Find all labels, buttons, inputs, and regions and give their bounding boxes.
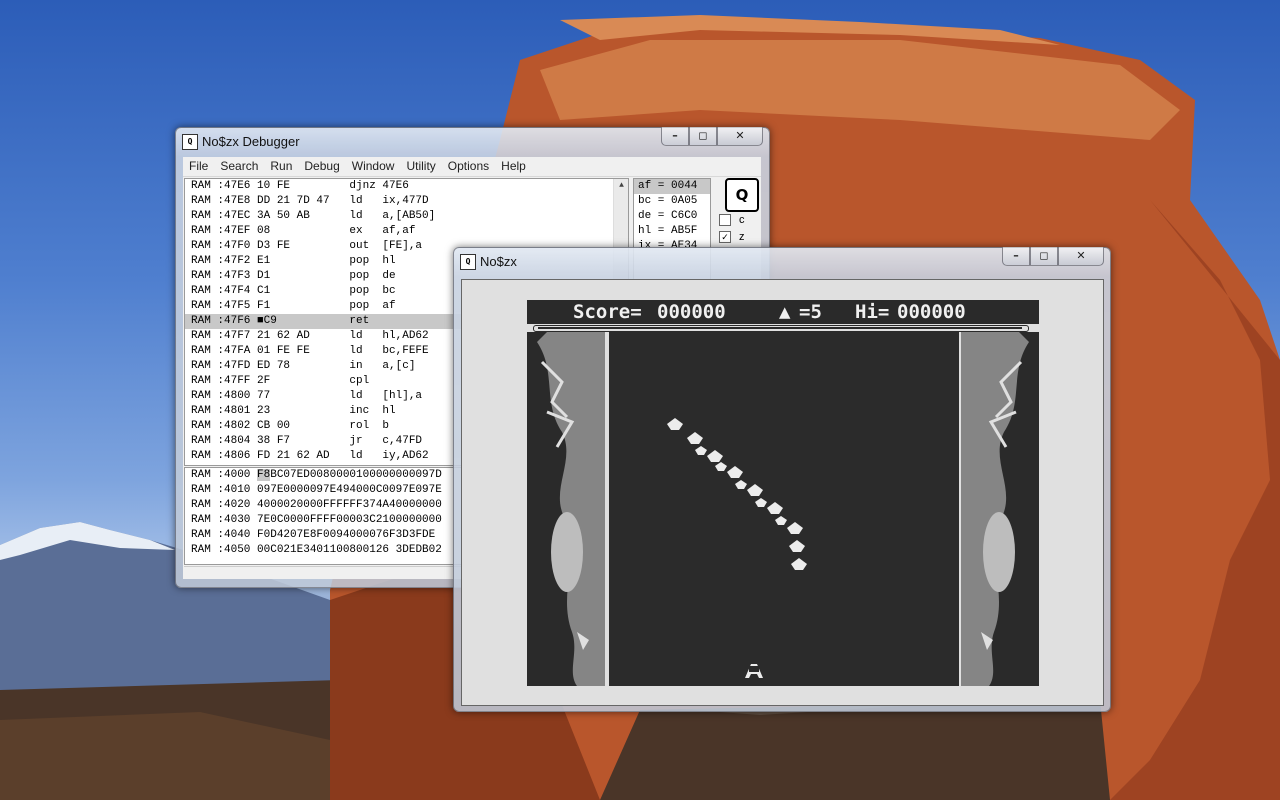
menu-search[interactable]: Search bbox=[214, 157, 264, 176]
memory-bytes: F0D4207E8F0094000076F3D3FDE bbox=[257, 529, 436, 541]
right-wall bbox=[961, 332, 1039, 686]
memory-address: RAM :4030 bbox=[191, 514, 258, 526]
playfield-art bbox=[667, 418, 807, 678]
memory-bytes: 7E0C0000FFFF00003C2100000000 bbox=[257, 514, 442, 526]
menu-run[interactable]: Run bbox=[264, 157, 298, 176]
memory-bytes: 4000020000FFFFFF374A40000000 bbox=[257, 499, 442, 511]
menu-help[interactable]: Help bbox=[495, 157, 532, 176]
debugger-titlebar[interactable]: Q No$zx Debugger – ◻ ✕ bbox=[176, 127, 769, 156]
menu-options[interactable]: Options bbox=[442, 157, 495, 176]
game-screen[interactable]: Score= 000000 ▲ =5 Hi= 000000 bbox=[527, 300, 1039, 686]
flag-z[interactable]: ✓ z bbox=[719, 231, 745, 244]
window-title: No$zx Debugger bbox=[202, 134, 300, 149]
score-label: Score= bbox=[573, 301, 642, 323]
emulator-logo-icon[interactable]: Q bbox=[725, 178, 759, 212]
memory-bytes: BC07ED0080000100000000097D bbox=[270, 469, 442, 481]
memory-address: RAM :4020 bbox=[191, 499, 258, 511]
scroll-up-icon[interactable]: ▲ bbox=[614, 181, 628, 190]
disasm-row[interactable]: RAM :47E8 DD 21 7D 47 ld ix,477D bbox=[185, 194, 628, 209]
app-icon: Q bbox=[182, 134, 198, 150]
memory-address: RAM :4010 bbox=[191, 484, 258, 496]
register-row[interactable]: de = C6C0 bbox=[634, 209, 710, 224]
player-ship bbox=[745, 664, 763, 678]
emulator-titlebar[interactable]: Q No$zx – ◻ ✕ bbox=[454, 247, 1110, 276]
register-row[interactable]: af = 0044 bbox=[634, 179, 710, 194]
memory-address: RAM :4000 bbox=[191, 469, 258, 481]
menu-debug[interactable]: Debug bbox=[298, 157, 345, 176]
enemy-formation bbox=[667, 418, 807, 570]
right-wall-art bbox=[961, 332, 1039, 686]
memory-address: RAM :4050 bbox=[191, 544, 258, 556]
disasm-row[interactable]: RAM :47EC 3A 50 AB ld a,[AB50] bbox=[185, 209, 628, 224]
emulator-display[interactable]: Score= 000000 ▲ =5 Hi= 000000 bbox=[461, 279, 1104, 706]
hiscore-label: Hi= bbox=[855, 301, 890, 323]
game-hud: Score= 000000 ▲ =5 Hi= 000000 bbox=[527, 300, 1039, 324]
disasm-row[interactable]: RAM :47EF 08 ex af,af bbox=[185, 224, 628, 239]
memory-bytes: 097E0000097E494000C0097E097E bbox=[257, 484, 442, 496]
lives-value: =5 bbox=[799, 301, 822, 323]
app-icon: Q bbox=[460, 254, 476, 270]
window-title: No$zx bbox=[480, 254, 517, 269]
minimize-button[interactable]: – bbox=[661, 127, 689, 146]
close-button[interactable]: ✕ bbox=[1058, 247, 1104, 266]
memory-address: RAM :4040 bbox=[191, 529, 258, 541]
minimize-button[interactable]: – bbox=[1002, 247, 1030, 266]
emulator-window[interactable]: Q No$zx – ◻ ✕ Score= 000000 ▲ =5 Hi= 000… bbox=[453, 247, 1111, 712]
close-button[interactable]: ✕ bbox=[717, 127, 763, 146]
menu-window[interactable]: Window bbox=[346, 157, 401, 176]
score-value: 000000 bbox=[657, 301, 726, 323]
menu-utility[interactable]: Utility bbox=[400, 157, 441, 176]
left-wall bbox=[527, 332, 605, 686]
playfield bbox=[607, 332, 961, 686]
hiscore-value: 000000 bbox=[897, 301, 966, 323]
memory-bytes: 00C021E3401100800126 3DEDB02 bbox=[257, 544, 442, 556]
maximize-button[interactable]: ◻ bbox=[689, 127, 717, 146]
maximize-button[interactable]: ◻ bbox=[1030, 247, 1058, 266]
left-wall-art bbox=[527, 332, 605, 686]
hud-divider bbox=[533, 325, 1029, 332]
menu-bar: File Search Run Debug Window Utility Opt… bbox=[183, 157, 761, 177]
disasm-row[interactable]: RAM :47E6 10 FE djnz 47E6 bbox=[185, 179, 628, 194]
menu-file[interactable]: File bbox=[183, 157, 214, 176]
lives-ship-icon: ▲ bbox=[779, 301, 791, 323]
flag-c[interactable]: c bbox=[719, 214, 745, 227]
memory-cursor[interactable]: F8 bbox=[257, 469, 271, 481]
register-row[interactable]: hl = AB5F bbox=[634, 224, 710, 239]
register-row[interactable]: bc = 0A05 bbox=[634, 194, 710, 209]
